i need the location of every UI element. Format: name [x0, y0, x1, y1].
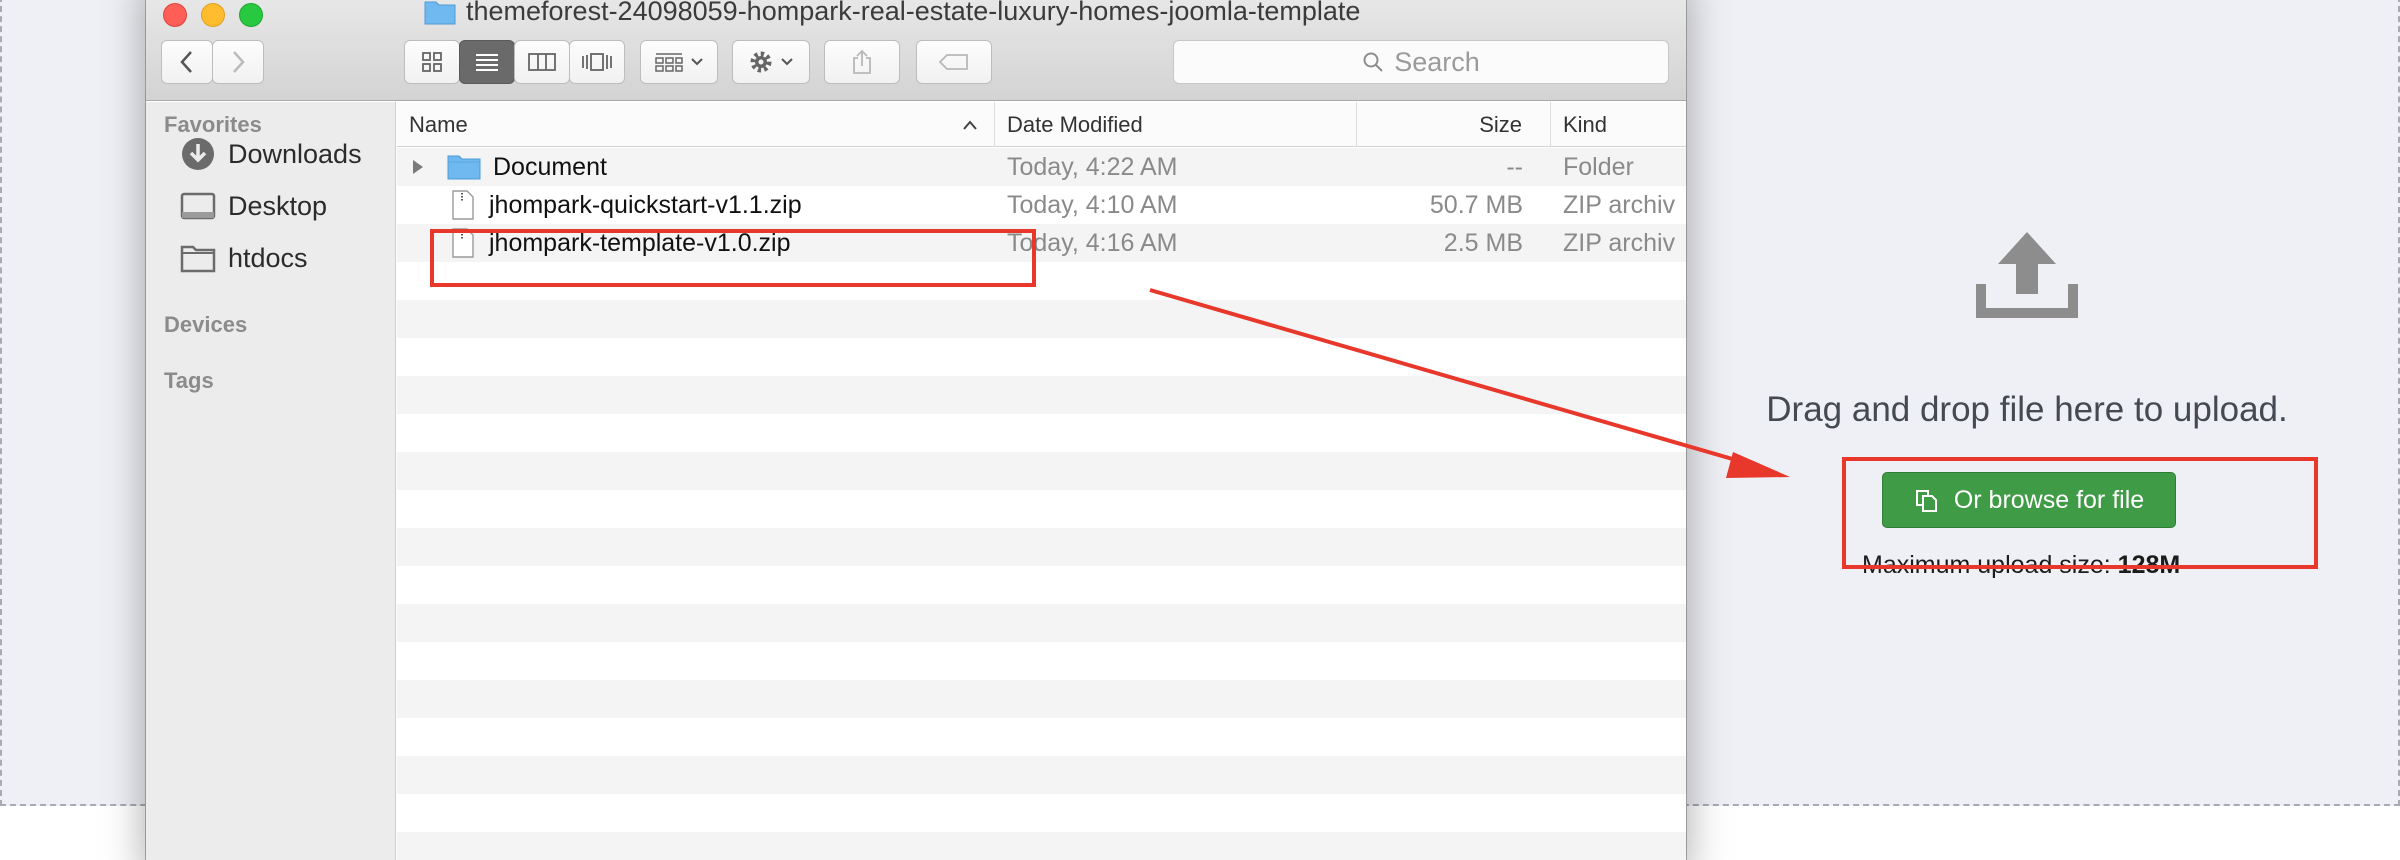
column-date-label: Date Modified	[1007, 111, 1143, 137]
sidebar-item-downloads[interactable]: Downloads	[180, 136, 362, 172]
empty-row	[397, 300, 1686, 338]
column-name[interactable]: Name	[397, 102, 995, 147]
empty-row	[397, 452, 1686, 490]
file-name-cell: Document	[447, 148, 607, 186]
cover-flow-button[interactable]	[569, 40, 625, 84]
max-upload-value: 128M	[2117, 551, 2181, 579]
date-modified: Today, 4:16 AM	[1007, 228, 1178, 257]
browse-file-button[interactable]: Or browse for file	[1882, 472, 2176, 528]
browse-file-label: Or browse for file	[1953, 485, 2145, 514]
sort-ascending-icon	[963, 119, 977, 130]
max-upload-label: Maximum upload size:	[1862, 551, 2111, 579]
date-modified: Today, 4:10 AM	[1007, 190, 1178, 219]
share-button[interactable]	[824, 40, 900, 84]
file-name: Document	[493, 152, 607, 181]
grid-icon	[422, 52, 442, 72]
folder-icon	[447, 155, 481, 180]
column-size[interactable]: Size	[1357, 102, 1551, 147]
desktop-icon	[180, 192, 216, 220]
table-row[interactable]: jhompark-template-v1.0.zip Today, 4:16 A…	[397, 224, 1686, 262]
share-icon	[853, 49, 871, 74]
empty-row	[397, 528, 1686, 566]
zip-file-icon	[452, 228, 474, 258]
file-size: 50.7 MB	[1429, 190, 1523, 219]
sidebar-item-label: htdocs	[228, 242, 308, 273]
chevron-down-icon	[691, 58, 703, 66]
date-modified: Today, 4:22 AM	[1007, 152, 1178, 181]
empty-row	[397, 832, 1686, 860]
finder-sidebar: Favorites Downloads Desktop htdocs Devic…	[146, 102, 396, 860]
sidebar-item-label: Desktop	[228, 190, 328, 221]
column-view-button[interactable]	[514, 40, 570, 84]
forward-button[interactable]	[212, 40, 264, 84]
minimize-window-button[interactable]	[201, 3, 225, 27]
file-name-cell: jhompark-quickstart-v1.1.zip	[451, 186, 802, 224]
tag-icon	[938, 54, 968, 70]
folder-icon	[424, 1, 456, 24]
finder-window[interactable]: themeforest-24098059-hompark-real-estate…	[146, 0, 1686, 860]
sidebar-item-htdocs[interactable]: htdocs	[180, 240, 308, 276]
devices-heading[interactable]: Devices	[164, 312, 247, 338]
files-icon	[1915, 490, 1937, 512]
icon-view-button[interactable]	[404, 40, 460, 84]
table-row[interactable]: jhompark-quickstart-v1.1.zip Today, 4:10…	[397, 186, 1686, 224]
title-bar[interactable]: themeforest-24098059-hompark-real-estate…	[146, 0, 1686, 101]
file-kind: ZIP archiv	[1563, 190, 1676, 219]
arrange-icon	[655, 53, 683, 72]
back-button[interactable]	[161, 40, 213, 84]
column-date-modified[interactable]: Date Modified	[995, 102, 1357, 147]
max-upload-size: Maximum upload size: 128M	[1862, 551, 2180, 580]
file-kind: ZIP archiv	[1563, 228, 1676, 257]
column-kind-label: Kind	[1563, 111, 1608, 137]
column-size-label: Size	[1479, 111, 1522, 137]
table-row[interactable]: Document Today, 4:22 AM -- Folder	[397, 148, 1686, 186]
file-kind: Folder	[1563, 152, 1634, 181]
cover-flow-icon	[582, 53, 612, 71]
action-button[interactable]	[732, 40, 810, 84]
gear-icon	[750, 51, 772, 73]
column-header[interactable]: Name Date Modified Size Kind	[397, 102, 1686, 147]
file-name: jhompark-quickstart-v1.1.zip	[489, 190, 802, 219]
sidebar-item-label: Downloads	[228, 138, 362, 169]
tags-heading[interactable]: Tags	[164, 368, 214, 394]
list-view-button[interactable]	[459, 40, 515, 84]
arrange-button[interactable]	[640, 40, 718, 84]
search-icon	[1363, 52, 1383, 72]
file-size: --	[1506, 152, 1523, 181]
file-name: jhompark-template-v1.0.zip	[489, 228, 791, 257]
disclosure-triangle-icon[interactable]	[411, 148, 425, 186]
empty-row	[397, 756, 1686, 794]
search-placeholder: Search	[1394, 46, 1480, 77]
empty-row	[397, 376, 1686, 414]
file-name-cell: jhompark-template-v1.0.zip	[451, 224, 791, 262]
search-input[interactable]: Search	[1173, 40, 1669, 84]
close-window-button[interactable]	[163, 3, 187, 27]
empty-row	[397, 604, 1686, 642]
sidebar-item-desktop[interactable]: Desktop	[180, 188, 327, 224]
column-kind[interactable]: Kind	[1551, 102, 1686, 147]
window-title: themeforest-24098059-hompark-real-estate…	[424, 0, 1360, 27]
column-name-label: Name	[409, 111, 468, 137]
file-list[interactable]: Name Date Modified Size Kind Document To…	[397, 102, 1686, 860]
window-title-text: themeforest-24098059-hompark-real-estate…	[466, 0, 1361, 26]
chevron-right-icon	[233, 51, 245, 73]
zoom-window-button[interactable]	[239, 3, 263, 27]
tags-button[interactable]	[916, 40, 992, 84]
file-size: 2.5 MB	[1443, 228, 1523, 257]
list-icon	[476, 54, 498, 71]
chevron-left-icon	[180, 51, 192, 73]
upload-icon	[1976, 232, 2078, 318]
zip-file-icon	[452, 190, 474, 220]
drop-instructions: Drag and drop file here to upload.	[1766, 390, 2288, 429]
columns-icon	[528, 53, 556, 71]
chevron-down-icon	[781, 58, 793, 66]
favorites-heading: Favorites	[164, 112, 262, 137]
downloads-icon	[182, 138, 214, 170]
empty-row	[397, 680, 1686, 718]
folder-icon	[180, 245, 216, 273]
